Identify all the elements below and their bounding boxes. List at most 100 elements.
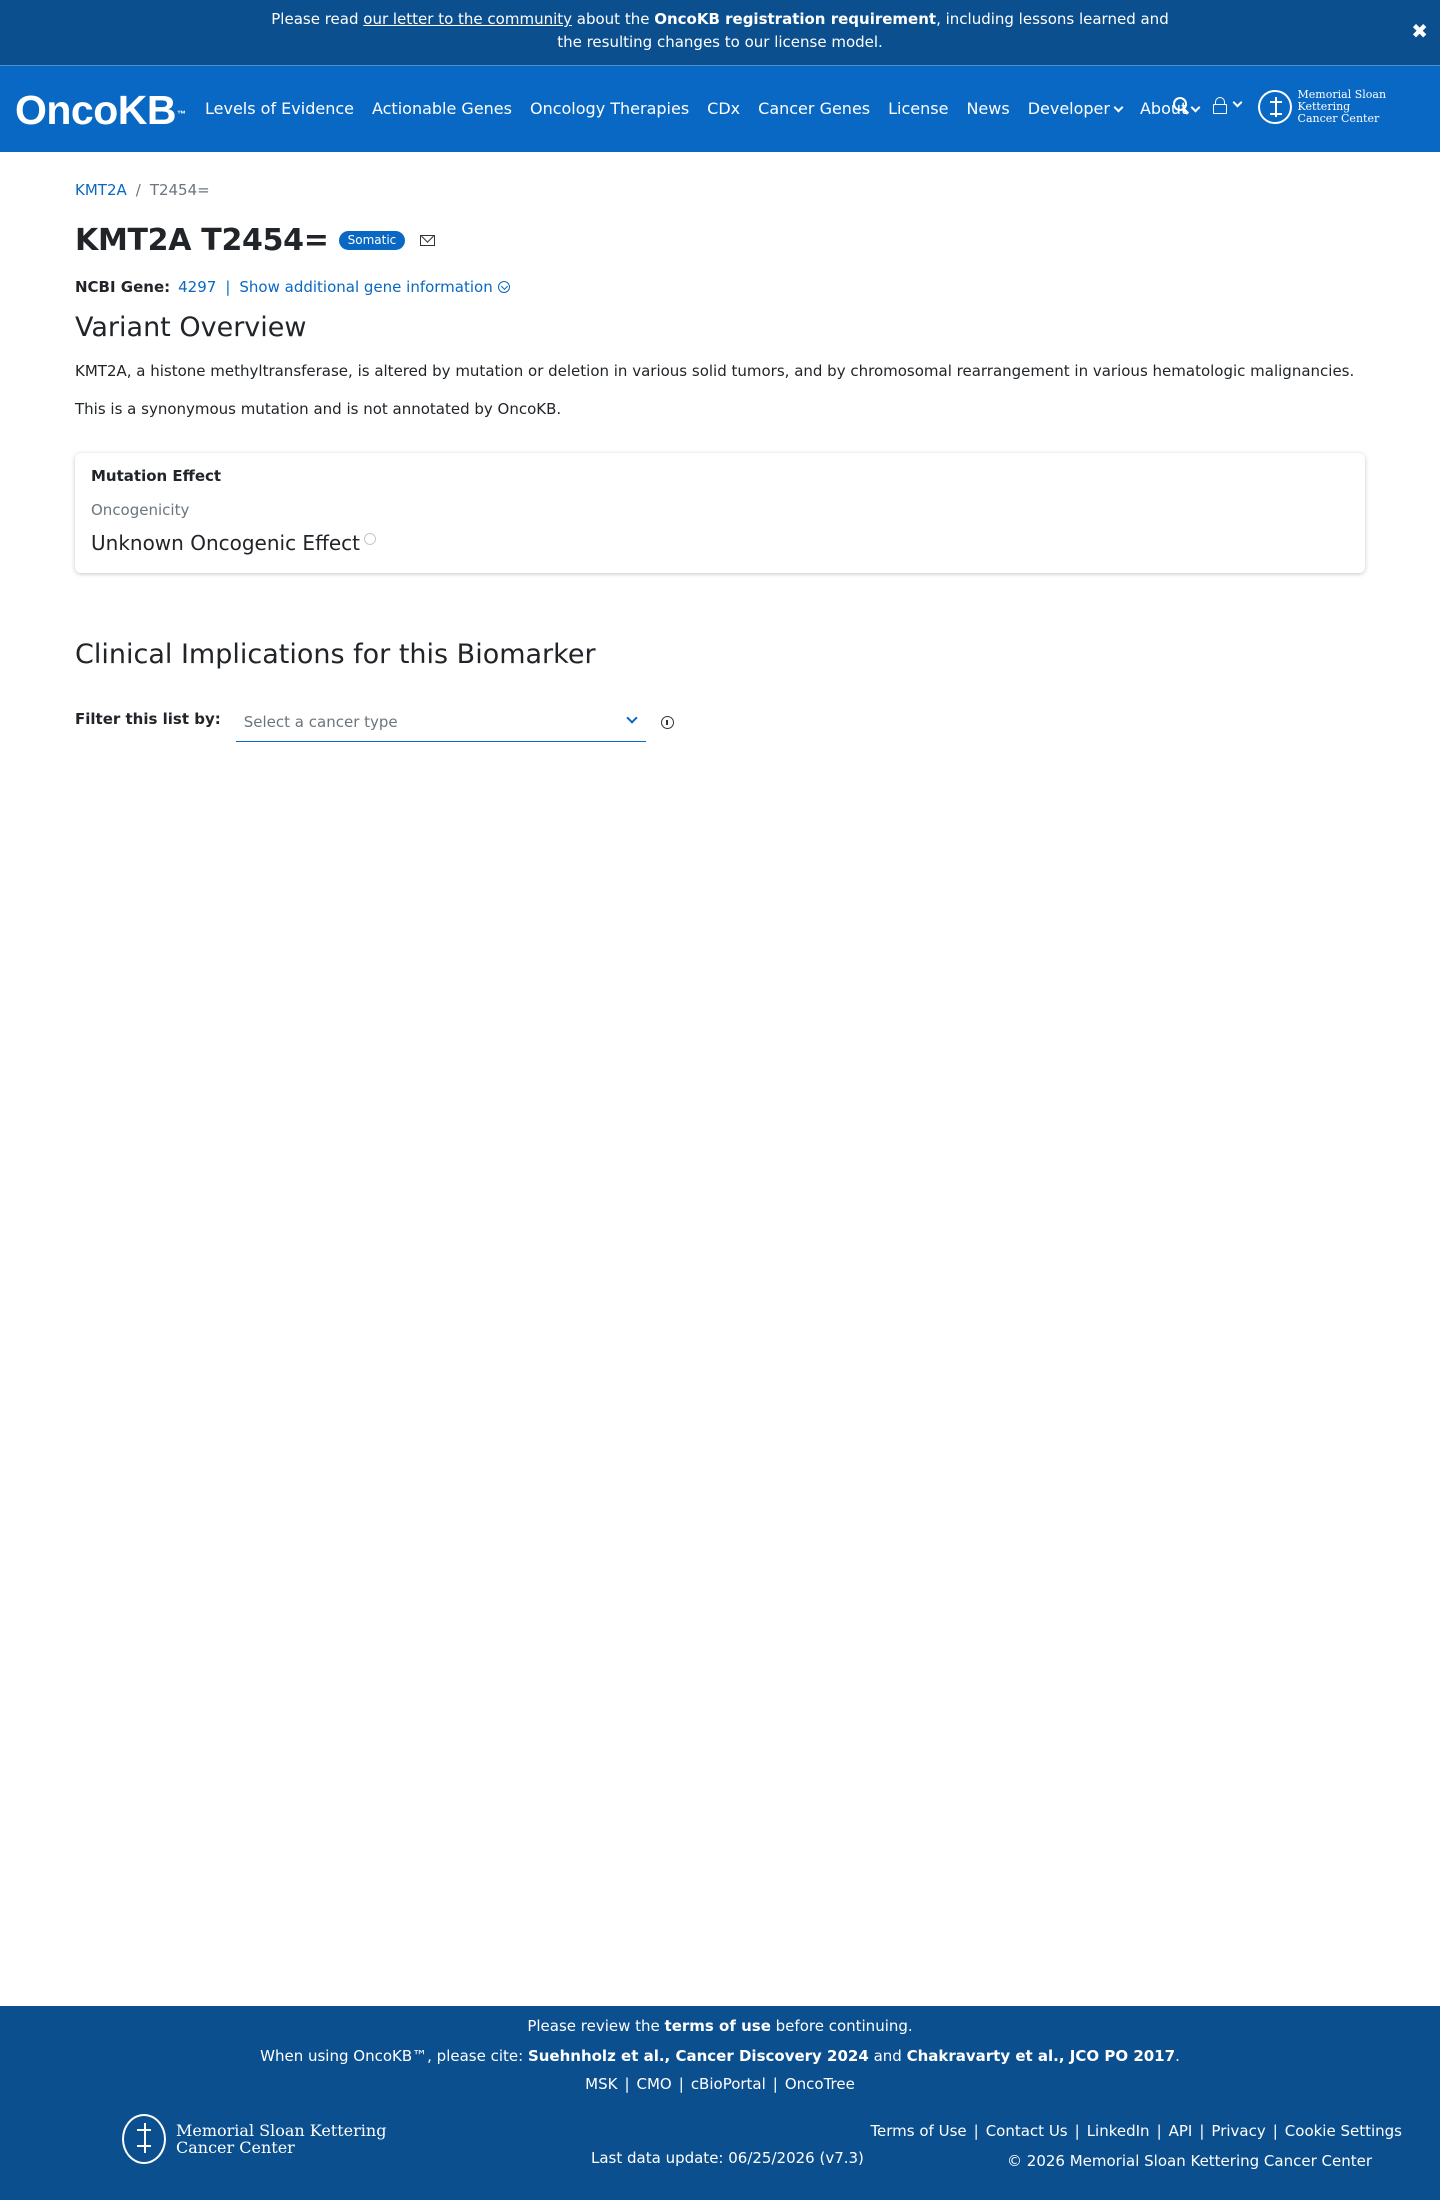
nav-license[interactable]: License: [888, 98, 948, 120]
footer-link-cbioportal[interactable]: cBioPortal: [691, 2075, 766, 2093]
mutation-effect-card: Mutation Effect Oncogenicity Unknown Onc…: [75, 453, 1365, 573]
nav-icons: [1172, 96, 1243, 114]
footer: Please review the terms of use before co…: [0, 2006, 1440, 2200]
show-gene-info-label: Show additional gene information: [239, 278, 493, 296]
page-title: KMT2A T2454=: [75, 223, 329, 258]
footer-text: before continuing.: [770, 2017, 913, 2035]
chevron-down-icon: [626, 712, 638, 724]
gene-info: NCBI Gene: 4297 | Show additional gene i…: [75, 278, 510, 296]
msk-logo[interactable]: Memorial Sloan Kettering Cancer Center: [1258, 89, 1440, 125]
footer-link-linkedin[interactable]: LinkedIn: [1087, 2122, 1150, 2140]
footer-link-oncotree[interactable]: OncoTree: [785, 2075, 855, 2093]
variant-overview-heading: Variant Overview: [75, 312, 307, 343]
filter-label: Filter this list by:: [75, 710, 221, 728]
cancer-type-placeholder: Select a cancer type: [243, 713, 398, 731]
terms-of-use-link[interactable]: terms of use: [665, 2017, 771, 2035]
breadcrumb-gene-link[interactable]: KMT2A: [75, 181, 127, 199]
nav-oncology-therapies[interactable]: Oncology Therapies: [530, 98, 689, 120]
info-icon[interactable]: [660, 716, 674, 729]
nav-levels-of-evidence[interactable]: Levels of Evidence: [205, 98, 354, 120]
cancer-type-select[interactable]: Select a cancer type: [235, 704, 646, 742]
footer-link-privacy[interactable]: Privacy: [1211, 2122, 1265, 2140]
footer-separator: |: [973, 2122, 979, 2140]
footer-separator: |: [624, 2075, 630, 2093]
footer-link-terms[interactable]: Terms of Use: [870, 2122, 966, 2140]
title-row: KMT2A T2454= Somatic: [75, 223, 436, 258]
nav-cancer-genes[interactable]: Cancer Genes: [758, 98, 870, 120]
footer-right-links: Terms of Use | Contact Us | LinkedIn | API | Pri…: [870, 2122, 1402, 2140]
msk-line-2: Cancer Center: [176, 2138, 295, 2157]
announcement-banner: Please read our letter to the community …: [0, 0, 1440, 65]
clinical-implications-heading: Clinical Implications for this Biomarker: [75, 639, 596, 670]
banner-text: about the: [572, 10, 655, 28]
breadcrumb-separator: /: [135, 181, 141, 199]
user-icon: [1212, 97, 1227, 114]
footer-link-api[interactable]: API: [1169, 2122, 1193, 2140]
footer-link-cookie-settings[interactable]: Cookie Settings: [1285, 2122, 1402, 2140]
breadcrumb-variant: T2454=: [149, 181, 210, 199]
oncogenicity-text: Unknown Oncogenic Effect: [91, 531, 360, 555]
search-icon[interactable]: [1172, 96, 1190, 114]
nav-news[interactable]: News: [966, 98, 1009, 120]
oncogenicity-label: Oncogenicity: [91, 501, 190, 519]
somatic-badge: Somatic: [338, 231, 406, 250]
msk-emblem-icon: [122, 2114, 166, 2164]
footer-text: .: [1175, 2047, 1180, 2065]
banner-text: Please read: [271, 10, 364, 28]
nav-cdx[interactable]: CDx: [707, 98, 740, 120]
account-dropdown[interactable]: [1212, 97, 1243, 114]
footer-text: When using OncoKB™, please cite:: [260, 2047, 528, 2065]
msk-line-1: Memorial Sloan Kettering: [1297, 88, 1387, 113]
circle-chevron-down-icon: [497, 281, 510, 293]
cite-link-2[interactable]: Chakravarty et al., JCO PO 2017: [907, 2047, 1176, 2065]
banner-close-icon[interactable]: ✖: [1411, 20, 1428, 43]
msk-logo-text: Memorial Sloan Kettering Cancer Center: [1298, 89, 1440, 125]
msk-line-2: Cancer Center: [1297, 112, 1380, 125]
cite-link-1[interactable]: Suehnholz et al., Cancer Discovery 2024: [528, 2047, 869, 2065]
nav-developer-label: Developer: [1027, 99, 1110, 118]
footer-link-contact[interactable]: Contact Us: [986, 2122, 1068, 2140]
gene-summary: KMT2A, a histone methyltransferase, is a…: [75, 362, 1355, 380]
breadcrumb: KMT2A / T2454=: [75, 181, 210, 199]
footer-link-cmo[interactable]: CMO: [637, 2075, 672, 2093]
variant-note: This is a synonymous mutation and is not…: [75, 400, 562, 418]
banner-letter-link[interactable]: our letter to the community: [363, 10, 572, 28]
nav-menu: Levels of Evidence Actionable Genes Onco…: [205, 98, 1217, 120]
mail-icon[interactable]: [420, 235, 436, 246]
footer-text: and: [868, 2047, 907, 2065]
top-navbar: OncoKB™ Levels of Evidence Actionable Ge…: [0, 65, 1440, 152]
ncbi-gene-link[interactable]: 4297: [178, 278, 216, 296]
footer-separator: |: [1199, 2122, 1205, 2140]
logo-text: OncoKB: [15, 87, 177, 133]
footer-text: Please review the: [527, 2017, 665, 2035]
copyright: © 2026 Memorial Sloan Kettering Cancer C…: [1007, 2152, 1372, 2170]
oncogenicity-value: Unknown Oncogenic Effect: [91, 531, 376, 555]
nav-actionable-genes[interactable]: Actionable Genes: [372, 98, 512, 120]
gene-info-separator: |: [225, 278, 231, 296]
banner-line-1: Please read our letter to the community …: [0, 8, 1440, 31]
filter-row: Filter this list by: Select a cancer typ…: [75, 704, 674, 742]
footer-separator: |: [678, 2075, 684, 2093]
mutation-effect-title: Mutation Effect: [91, 467, 222, 485]
show-gene-info-link[interactable]: Show additional gene information: [239, 278, 510, 296]
footer-msk-logo[interactable]: Memorial Sloan Kettering Cancer Center: [122, 2114, 386, 2164]
footer-link-msk[interactable]: MSK: [585, 2075, 617, 2093]
chevron-down-icon: [1113, 102, 1124, 113]
last-data-update: Last data update: 06/25/2026 (v7.3): [591, 2149, 864, 2167]
nav-developer-dropdown[interactable]: Developer: [1027, 98, 1124, 120]
footer-separator: |: [1272, 2122, 1278, 2140]
ncbi-gene-label: NCBI Gene:: [75, 278, 171, 296]
banner-line-2: the resulting changes to our license mod…: [557, 33, 883, 51]
msk-emblem-icon: [1258, 90, 1292, 124]
banner-text: , including lessons learned and: [936, 10, 1169, 28]
banner-bold-text: OncoKB registration requirement: [654, 10, 937, 28]
footer-separator: |: [1074, 2122, 1080, 2140]
unknown-circle-icon: [364, 533, 376, 545]
footer-cite-line: When using OncoKB™, please cite: Suehnho…: [0, 2047, 1440, 2065]
footer-separator: |: [772, 2075, 778, 2093]
footer-terms-line: Please review the terms of use before co…: [0, 2017, 1440, 2035]
footer-partner-links: MSK | CMO | cBioPortal | OncoTree: [0, 2075, 1440, 2093]
msk-logo-text: Memorial Sloan Kettering Cancer Center: [176, 2122, 386, 2156]
logo-trademark: ™: [177, 109, 186, 119]
oncokb-logo[interactable]: OncoKB™: [15, 88, 186, 132]
